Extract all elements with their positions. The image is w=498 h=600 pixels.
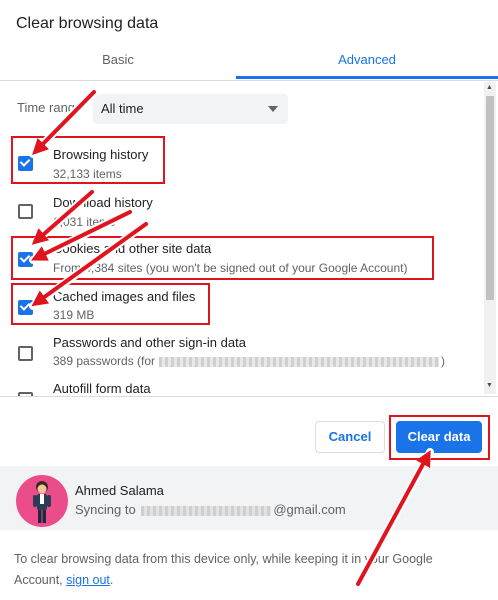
- option-download-history[interactable]: Download history 1,031 items: [0, 188, 480, 232]
- scroll-down-icon[interactable]: ▼: [486, 382, 493, 390]
- option-subtitle: 32,133 items: [53, 167, 122, 181]
- option-title: Cached images and files: [53, 289, 196, 304]
- sign-out-link[interactable]: sign out: [66, 573, 110, 587]
- option-title: Download history: [53, 195, 153, 210]
- avatar: [16, 475, 68, 527]
- tab-advanced[interactable]: Advanced: [236, 44, 498, 78]
- option-subtitle-row: 389 passwords (for): [53, 354, 445, 368]
- option-subtitle-end: ): [441, 354, 446, 368]
- account-panel: Ahmed Salama Syncing to @gmail.com: [0, 466, 498, 530]
- option-title: Cookies and other site data: [53, 241, 212, 256]
- cached-images-checkbox[interactable]: [18, 300, 33, 315]
- cookies-checkbox[interactable]: [18, 252, 33, 267]
- dialog-title: Clear browsing data: [16, 15, 159, 32]
- browsing-history-checkbox[interactable]: [18, 156, 33, 171]
- redacted-sites: [159, 356, 440, 367]
- account-sync-row: Syncing to @gmail.com: [75, 502, 346, 517]
- option-cookies[interactable]: Cookies and other site data From 4,384 s…: [0, 236, 480, 280]
- tab-active-underline: [236, 76, 498, 79]
- tab-basic[interactable]: Basic: [0, 44, 236, 78]
- option-title: Autofill form data: [53, 381, 151, 396]
- sync-prefix: Syncing to: [75, 502, 136, 517]
- time-range-label: Time range: [17, 100, 77, 115]
- footer-note-end: .: [109, 573, 114, 587]
- time-range-select[interactable]: All time: [93, 94, 288, 124]
- time-range-value: All time: [101, 101, 144, 116]
- checkmark-icon: [19, 156, 31, 167]
- scroll-up-icon[interactable]: ▲: [486, 84, 493, 92]
- option-autofill[interactable]: Autofill form data: [0, 378, 480, 396]
- option-title: Passwords and other sign-in data: [53, 335, 246, 350]
- cancel-button[interactable]: Cancel: [315, 421, 385, 453]
- download-history-checkbox[interactable]: [18, 204, 33, 219]
- option-subtitle: 389 passwords (for: [53, 354, 156, 368]
- checkmark-icon: [19, 252, 31, 263]
- footer-note: To clear browsing data from this device …: [14, 549, 454, 591]
- option-passwords[interactable]: Passwords and other sign-in data 389 pas…: [0, 332, 480, 376]
- option-browsing-history[interactable]: Browsing history 32,133 items: [0, 140, 480, 184]
- option-subtitle: 319 MB: [53, 308, 95, 322]
- checkmark-icon: [19, 300, 31, 311]
- tab-bar: Basic Advanced: [0, 44, 498, 80]
- clear-data-button[interactable]: Clear data: [396, 421, 482, 453]
- scrollbar-thumb[interactable]: [486, 96, 494, 300]
- avatar-figure-icon: [33, 481, 51, 523]
- account-name: Ahmed Salama: [75, 483, 164, 498]
- option-cached-images[interactable]: Cached images and files 319 MB: [0, 284, 480, 328]
- footer-divider: [0, 396, 498, 397]
- sync-suffix: @gmail.com: [273, 502, 346, 517]
- chevron-down-icon: [268, 106, 278, 112]
- option-title: Browsing history: [53, 147, 149, 162]
- redacted-email: [141, 505, 272, 516]
- passwords-checkbox[interactable]: [18, 346, 33, 361]
- option-subtitle: From 4,384 sites (you won't be signed ou…: [53, 261, 408, 275]
- option-subtitle: 1,031 items: [53, 215, 116, 229]
- tabs-divider: [0, 80, 498, 81]
